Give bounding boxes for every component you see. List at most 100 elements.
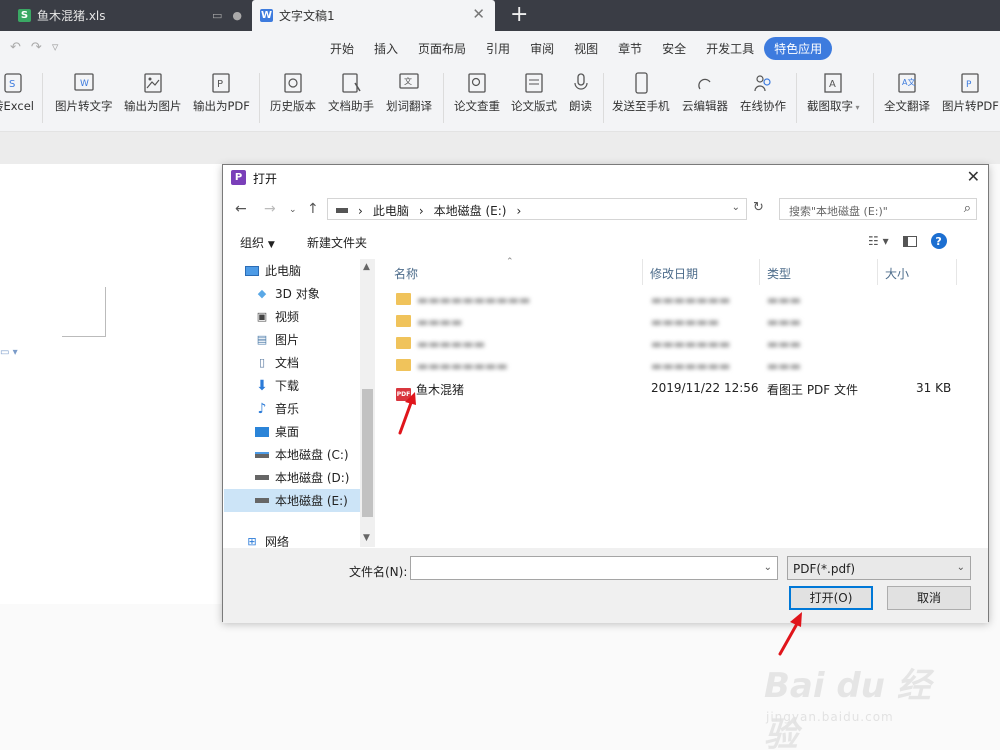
back-arrow-icon[interactable]: ←	[235, 201, 247, 217]
history-icon	[284, 73, 302, 93]
recent-dropdown-icon[interactable]: ⌄	[289, 205, 297, 215]
breadcrumb-drive-e[interactable]: 本地磁盘 (E:)	[434, 202, 507, 219]
screenshot-ocr-button[interactable]: A 截图取字 ▾	[807, 71, 860, 114]
nav-item-videos[interactable]: ▣ 视频	[254, 305, 375, 328]
monitor-icon[interactable]: ▭	[212, 9, 222, 22]
nav-item-downloads[interactable]: ⬇ 下载	[254, 374, 375, 397]
menu-page-layout[interactable]: 页面布局	[408, 40, 476, 57]
nav-item-drive-e[interactable]: 本地磁盘 (E:)	[224, 489, 361, 512]
ribbon-toolbar: S 转Excel W 图片转文字 输出为图片 P 输出为PDF 历史版本 文档助…	[0, 65, 1000, 132]
desktop-icon	[254, 425, 270, 439]
search-icon[interactable]: ⌕	[964, 201, 971, 216]
quick-access-dropdown-icon[interactable]: ▿	[52, 40, 59, 55]
menu-insert[interactable]: 插入	[364, 40, 408, 57]
close-icon[interactable]: ✕	[967, 167, 980, 186]
nav-item-desktop[interactable]: 桌面	[254, 420, 375, 443]
chevron-down-icon[interactable]: ⌄	[764, 562, 772, 573]
organize-button[interactable]: 组织 ▼	[240, 234, 275, 251]
history-button[interactable]: 历史版本	[270, 71, 316, 114]
scroll-thumb[interactable]	[362, 389, 373, 517]
document-page[interactable]	[0, 164, 222, 604]
filename-input[interactable]: ⌄	[410, 556, 778, 580]
nav-item-drive-c[interactable]: 本地磁盘 (C:)	[254, 443, 375, 466]
tab-document[interactable]: W 文字文稿1 ✕	[252, 0, 495, 31]
export-pdf-button[interactable]: P 输出为PDF	[193, 71, 250, 114]
chevron-right-icon: ›	[358, 203, 363, 218]
preview-pane-icon[interactable]	[902, 235, 917, 247]
menu-references[interactable]: 引用	[476, 40, 520, 57]
help-icon[interactable]: ?	[930, 233, 947, 249]
list-item-folder[interactable]: ▬▬▬▬▬▬ ▬▬▬▬▬▬▬ ▬▬▬	[376, 333, 976, 355]
export-image-button[interactable]: 输出为图片	[124, 71, 182, 114]
writer-icon: W	[260, 9, 273, 22]
scroll-up-icon[interactable]: ▲	[363, 262, 370, 272]
new-folder-button[interactable]: 新建文件夹	[307, 234, 367, 251]
collaborate-button[interactable]: 在线协作	[740, 71, 786, 114]
scroll-down-icon[interactable]: ▼	[363, 533, 370, 543]
folder-icon	[396, 359, 411, 371]
svg-text:P: P	[217, 79, 223, 90]
chevron-down-icon: ▾	[853, 103, 860, 112]
menu-special-apps[interactable]: 特色应用	[764, 36, 833, 60]
read-aloud-button[interactable]: 朗读	[569, 71, 592, 114]
close-icon[interactable]: ✕	[472, 7, 485, 22]
undo-icon[interactable]: ↶	[10, 40, 21, 55]
address-bar[interactable]: › 此电脑 › 本地磁盘 (E:) › ⌄	[327, 198, 747, 220]
view-options-icon[interactable]: ☷ ▾	[868, 234, 889, 248]
list-item-folder[interactable]: ▬▬▬▬ ▬▬▬▬▬▬ ▬▬▬	[376, 311, 976, 333]
to-excel-button[interactable]: S 转Excel	[0, 71, 34, 114]
chevron-down-icon[interactable]: ⌄	[732, 202, 740, 213]
column-header-date[interactable]: 修改日期	[644, 259, 760, 285]
file-type-filter[interactable]: PDF(*.pdf) ⌄	[787, 556, 971, 580]
paper-format-button[interactable]: 论文版式	[511, 71, 557, 114]
doc-assistant-button[interactable]: 文档助手	[328, 71, 374, 114]
menu-home[interactable]: 开始	[320, 40, 364, 57]
nav-item-drive-d[interactable]: 本地磁盘 (D:)	[254, 466, 375, 489]
menu-security[interactable]: 安全	[652, 40, 696, 57]
open-button[interactable]: 打开(O)	[789, 586, 873, 610]
forward-arrow-icon[interactable]: →	[264, 201, 276, 217]
svg-text:W: W	[80, 79, 89, 89]
file-list: 名称 ⌃ 修改日期 类型 大小 ▬▬▬▬▬▬▬▬▬▬ ▬▬▬▬▬▬▬ ▬▬▬ ▬▬…	[376, 257, 988, 547]
word-translate-button[interactable]: 文 划词翻译	[386, 71, 432, 114]
column-header-size[interactable]: 大小	[879, 259, 957, 285]
redo-icon[interactable]: ↷	[31, 40, 42, 55]
nav-item-documents[interactable]: ▯ 文档	[254, 351, 375, 374]
nav-item-network[interactable]: ⊞ 网络	[244, 532, 375, 548]
cloud-editor-button[interactable]: 云编辑器	[682, 71, 728, 114]
image-to-text-button[interactable]: W 图片转文字	[55, 71, 113, 114]
nav-item-pictures[interactable]: ▤ 图片	[254, 328, 375, 351]
column-header-name[interactable]: 名称 ⌃	[388, 257, 643, 285]
cancel-button[interactable]: 取消	[887, 586, 971, 610]
breadcrumb-this-pc[interactable]: 此电脑	[373, 202, 409, 219]
chevron-down-icon: ⌄	[956, 562, 965, 573]
menu-section[interactable]: 章节	[608, 40, 652, 57]
blurred-date: ▬▬▬▬▬▬▬	[651, 359, 731, 373]
full-translate-button[interactable]: A文 全文翻译	[884, 71, 930, 114]
document-icon: ▯	[258, 356, 266, 369]
list-item-folder[interactable]: ▬▬▬▬▬▬▬▬▬▬ ▬▬▬▬▬▬▬ ▬▬▬	[376, 289, 976, 311]
send-to-phone-button[interactable]: 发送至手机	[612, 71, 670, 114]
paste-options-icon[interactable]: ▭ ▾	[0, 347, 18, 358]
up-arrow-icon[interactable]: ↑	[307, 201, 319, 217]
menu-review[interactable]: 审阅	[520, 40, 564, 57]
nav-item-this-pc[interactable]: 此电脑	[244, 259, 375, 282]
paper-check-button[interactable]: 论文查重	[454, 71, 500, 114]
nav-scrollbar[interactable]: ▲ ▼	[360, 259, 375, 547]
drive-icon	[254, 494, 270, 508]
menu-developer[interactable]: 开发工具	[696, 40, 764, 57]
nav-item-music[interactable]: ♪ 音乐	[254, 397, 375, 420]
menu-view[interactable]: 视图	[564, 40, 608, 57]
image-to-pdf-button[interactable]: P 图片转PDF	[942, 71, 999, 114]
refresh-icon[interactable]: ↻	[753, 200, 764, 215]
people-icon	[754, 75, 771, 92]
watermark-brand: Bai du 经验	[764, 666, 931, 750]
list-item-pdf-file[interactable]: PDF 鱼木混猪 2019/11/22 12:56 看图王 PDF 文件 31 K…	[376, 377, 976, 401]
nav-item-3d-objects[interactable]: ◆ 3D 对象	[254, 282, 375, 305]
tab-spreadsheet[interactable]: S 鱼木混猪.xls ▭ ●	[10, 0, 250, 31]
picture-icon	[144, 73, 162, 93]
list-item-folder[interactable]: ▬▬▬▬▬▬▬▬ ▬▬▬▬▬▬▬ ▬▬▬	[376, 355, 976, 377]
new-tab-plus-icon[interactable]: +	[510, 3, 528, 27]
search-input[interactable]: 搜索"本地磁盘 (E:)" ⌕	[779, 198, 977, 220]
column-header-type[interactable]: 类型	[761, 259, 878, 285]
